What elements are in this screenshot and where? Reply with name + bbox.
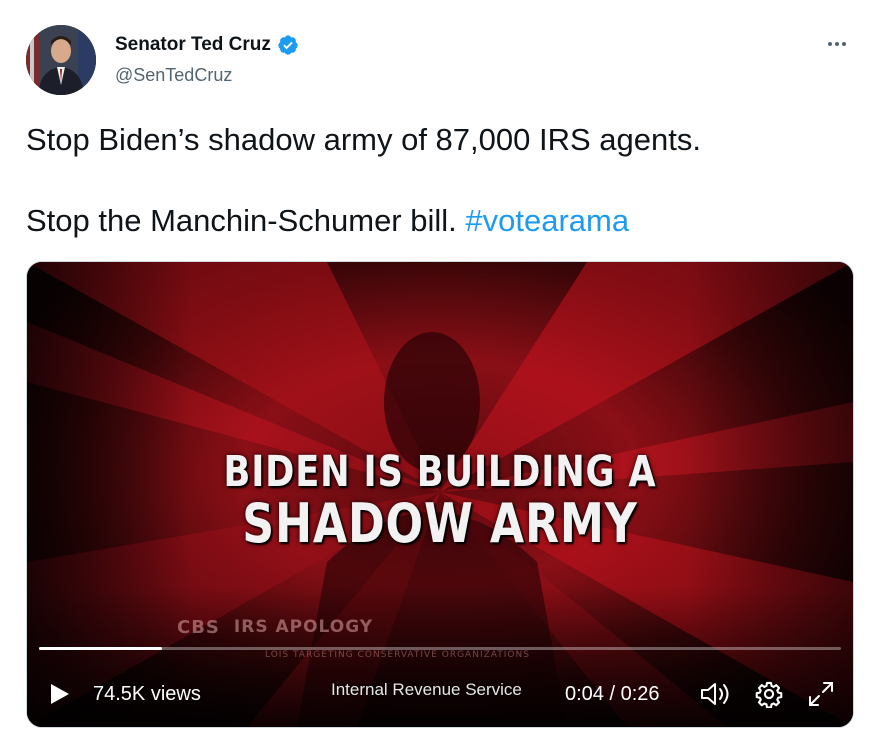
- tweet-text-line-2: Stop the Manchin-Schumer bill. #votearam…: [26, 201, 629, 241]
- hashtag-link[interactable]: #votearama: [465, 203, 629, 238]
- view-count: 74.5K views: [93, 683, 201, 705]
- more-dot: [835, 42, 839, 46]
- avatar-image: [26, 25, 96, 95]
- tweet-text: Stop the Manchin-Schumer bill.: [26, 203, 466, 238]
- verified-badge-icon: [277, 34, 299, 56]
- video-controls: 74.5K views Internal Revenue Service 0:0…: [27, 670, 853, 714]
- chyron-subtitle: LOIS TARGETING CONSERVATIVE ORGANIZATION…: [265, 650, 530, 660]
- video-caption: Internal Revenue Service: [331, 680, 522, 699]
- video-progress-bar[interactable]: [39, 647, 841, 650]
- video-headline-line-1: BIDEN IS BUILDING A: [223, 447, 657, 497]
- gear-icon: [755, 681, 783, 709]
- more-options-button[interactable]: [820, 32, 854, 56]
- author-display-name[interactable]: Senator Ted Cruz: [115, 33, 271, 57]
- more-dot: [842, 42, 846, 46]
- play-icon: [51, 684, 69, 704]
- chyron-network: CBS: [177, 617, 220, 638]
- video-player[interactable]: BIDEN IS BUILDING A SHADOW ARMY CBS IRS …: [26, 261, 854, 728]
- news-chyron: CBS IRS APOLOGY: [177, 617, 373, 638]
- more-horizontal-icon: [828, 42, 832, 46]
- author-name-row[interactable]: Senator Ted Cruz: [115, 33, 299, 57]
- video-progress-fill: [39, 647, 163, 650]
- tweet-text-line-1: Stop Biden’s shadow army of 87,000 IRS a…: [26, 122, 701, 157]
- settings-button[interactable]: [755, 680, 783, 709]
- author-handle[interactable]: @SenTedCruz: [115, 64, 232, 86]
- play-button[interactable]: [47, 682, 71, 706]
- fullscreen-icon: [809, 682, 833, 706]
- tweet-card: Senator Ted Cruz @SenTedCruz Stop Biden’…: [0, 0, 876, 747]
- chyron-topic: IRS APOLOGY: [233, 617, 374, 637]
- video-headline-line-2: SHADOW ARMY: [242, 492, 638, 555]
- volume-icon: [701, 683, 729, 705]
- avatar[interactable]: [26, 25, 96, 95]
- video-time: 0:04 / 0:26: [565, 683, 660, 705]
- fullscreen-button[interactable]: [806, 679, 836, 709]
- volume-button[interactable]: [699, 680, 733, 708]
